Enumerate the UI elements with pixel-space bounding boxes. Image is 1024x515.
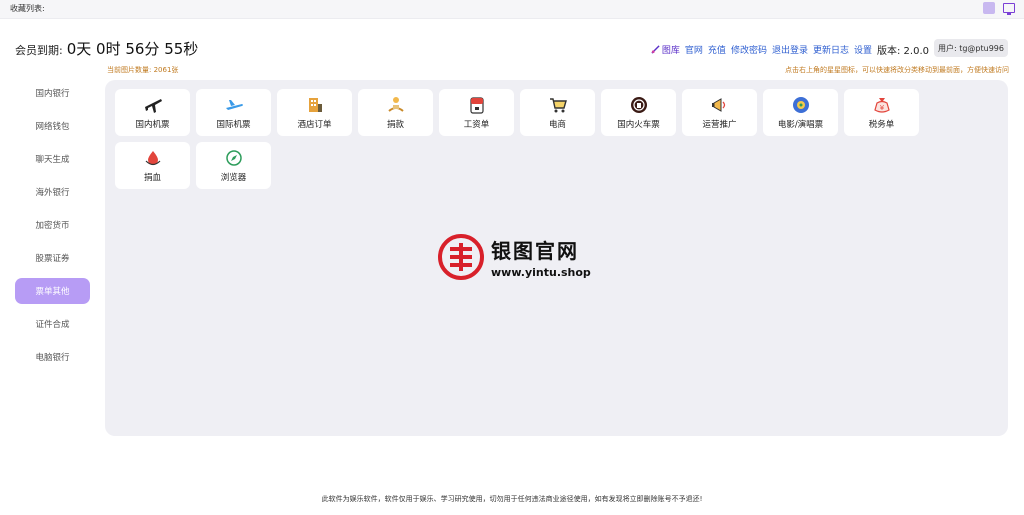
tile-browser[interactable]: 浏览器 <box>196 142 271 189</box>
tax-bag-icon: ¥ <box>872 95 892 115</box>
sidebar-item-stocks[interactable]: 股票证券 <box>15 245 90 271</box>
compass-icon <box>224 148 244 168</box>
hotel-icon <box>305 95 325 115</box>
favorites-label: 收藏列表: <box>10 4 45 13</box>
tile-blood-donation[interactable]: 捐血 <box>115 142 190 189</box>
user-badge[interactable]: 用户: tg@ptu996 <box>934 39 1008 57</box>
sidebar-item-overseas-bank[interactable]: 海外银行 <box>15 179 90 205</box>
top-bar: 收藏列表: <box>0 0 1024 19</box>
sidebar-item-domestic-bank[interactable]: 国内银行 <box>15 80 90 106</box>
sidebar-item-online-wallet[interactable]: 网络钱包 <box>15 113 90 139</box>
watermark-text: 银图官网 www.yintu.shop <box>491 235 591 279</box>
tile-marketing[interactable]: 运营推广 <box>682 89 757 136</box>
sidebar-item-chat-generator[interactable]: 聊天生成 <box>15 146 90 172</box>
window-square-icon[interactable] <box>983 2 995 14</box>
railway-icon <box>629 95 649 115</box>
tile-train-ticket[interactable]: 国内火车票 <box>601 89 676 136</box>
watermark: 银图官网 www.yintu.shop <box>437 233 591 281</box>
payroll-icon <box>467 95 487 115</box>
image-count: 当前图片数量: 2061张 <box>107 66 179 74</box>
shopping-cart-icon <box>548 95 568 115</box>
change-password-link[interactable]: 修改密码 <box>731 43 767 56</box>
tile-tax-form[interactable]: ¥ 税务单 <box>844 89 919 136</box>
membership-expiry: 会员到期: 0天 0时 56分 55秒 <box>15 38 198 59</box>
tile-donation[interactable]: 捐款 <box>358 89 433 136</box>
favorites-hint: 点击右上角的星星图标，可以快速将改分类移动到最前面，方便快速访问 <box>785 66 1009 74</box>
tile-payroll[interactable]: 工资单 <box>439 89 514 136</box>
donate-icon <box>386 95 406 115</box>
blood-drop-icon <box>143 148 163 168</box>
film-icon <box>791 95 811 115</box>
watermark-title: 银图官网 <box>491 239 579 263</box>
tile-ecommerce[interactable]: 电商 <box>520 89 595 136</box>
tile-movie-concert[interactable]: 电影/演唱票 <box>763 89 838 136</box>
version-label: 版本: 2.0.0 <box>877 46 929 57</box>
sidebar-item-crypto[interactable]: 加密货币 <box>15 212 90 238</box>
official-site-link[interactable]: 官网 <box>685 43 703 56</box>
watermark-url: www.yintu.shop <box>491 266 591 279</box>
gallery-link[interactable]: 图库 <box>651 43 680 56</box>
svg-text:¥: ¥ <box>879 104 884 112</box>
recharge-link[interactable]: 充值 <box>708 43 726 56</box>
membership-label: 会员到期: <box>15 44 63 57</box>
sidebar-item-bills-other[interactable]: 票单其他 <box>15 278 90 304</box>
membership-countdown: 0天 0时 56分 55秒 <box>66 40 199 58</box>
header-nav: 图库 官网 充值 修改密码 退出登录 更新日志 设置 版本: 2.0.0 <box>651 42 929 57</box>
airplane-icon <box>143 95 163 115</box>
gallery-link-label: 图库 <box>661 46 680 56</box>
monitor-icon[interactable] <box>1003 3 1015 15</box>
template-grid: 国内机票 国际机票 酒店订单 捐款 工资单 电商 国内火车票 运营推广 电影/演… <box>115 89 935 189</box>
category-sidebar: 国内银行 网络钱包 聊天生成 海外银行 加密货币 股票证券 票单其他 证件合成 … <box>15 80 90 377</box>
megaphone-icon <box>710 95 730 115</box>
footer-disclaimer: 此软件为娱乐软件，软件仅用于娱乐、学习研究使用，切勿用于任何违法商业途径使用，如… <box>321 495 703 503</box>
yintu-logo-icon <box>438 234 484 280</box>
settings-link[interactable]: 设置 <box>854 43 872 56</box>
changelog-link[interactable]: 更新日志 <box>813 43 849 56</box>
sidebar-item-pc-bank[interactable]: 电脑银行 <box>15 344 90 370</box>
logout-link[interactable]: 退出登录 <box>772 43 808 56</box>
tile-hotel-order[interactable]: 酒店订单 <box>277 89 352 136</box>
sidebar-item-id-composite[interactable]: 证件合成 <box>15 311 90 337</box>
tile-international-flight[interactable]: 国际机票 <box>196 89 271 136</box>
airplane-blue-icon <box>224 95 244 115</box>
brush-icon <box>651 45 660 54</box>
tile-domestic-flight[interactable]: 国内机票 <box>115 89 190 136</box>
